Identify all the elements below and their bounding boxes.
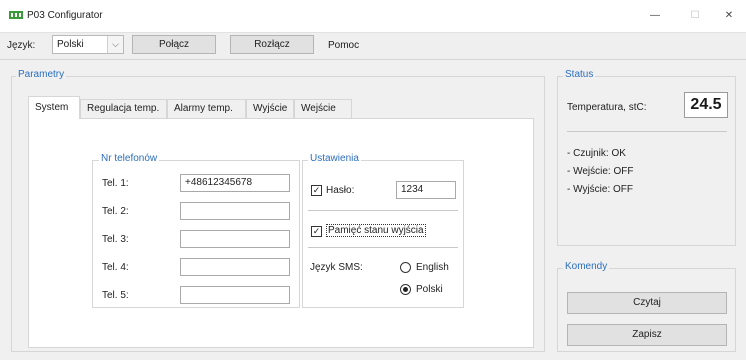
phone-2-input[interactable] [180, 202, 290, 220]
phone-5-label: Tel. 5: [102, 290, 129, 301]
status-title: Status [563, 69, 596, 80]
phone-3-input[interactable] [180, 230, 290, 248]
sms-english-label[interactable]: English [416, 262, 449, 273]
output-memory-label[interactable]: Pamięć stanu wyjścia [326, 224, 426, 237]
commands-title: Komendy [563, 261, 610, 272]
phone-1-input[interactable]: +48612345678 [180, 174, 290, 192]
disconnect-button[interactable]: Rozłącz [230, 35, 314, 54]
maximize-button[interactable]: ☐ [680, 6, 710, 26]
phone-3-label: Tel. 3: [102, 234, 129, 245]
phone-4-input[interactable] [180, 258, 290, 276]
title-bar [0, 0, 746, 32]
settings-title: Ustawienia [308, 153, 361, 164]
tab-temperature-control[interactable]: Regulacja temp. [80, 99, 167, 118]
chevron-down-icon[interactable]: ⌵ [107, 36, 123, 53]
connect-button[interactable]: Połącz [132, 35, 216, 54]
app-icon [9, 11, 23, 19]
output-memory-checkbox[interactable]: ✓ [311, 226, 322, 237]
sms-english-radio[interactable] [400, 262, 411, 273]
sms-polish-label[interactable]: Polski [416, 284, 443, 295]
language-select-value: Polski [57, 39, 84, 50]
write-button[interactable]: Zapisz [567, 324, 727, 346]
input-status: - Wejście: OFF [567, 166, 634, 177]
tab-input[interactable]: Wejście [294, 99, 352, 118]
phone-4-label: Tel. 4: [102, 262, 129, 273]
tab-temperature-alarms[interactable]: Alarmy temp. [167, 99, 246, 118]
separator [308, 210, 458, 211]
password-checkbox[interactable]: ✓ [311, 185, 322, 196]
sms-language-label: Język SMS: [310, 262, 363, 273]
phone-1-label: Tel. 1: [102, 178, 129, 189]
language-select[interactable]: Polski ⌵ [52, 35, 124, 54]
password-label: Hasło: [326, 185, 355, 196]
help-menu[interactable]: Pomoc [328, 40, 359, 51]
output-status: - Wyjście: OFF [567, 184, 634, 195]
parameters-title: Parametry [16, 69, 67, 80]
temperature-value: 24.5 [684, 92, 728, 118]
language-label: Język: [7, 40, 36, 51]
password-input[interactable]: 1234 [396, 181, 456, 199]
close-button[interactable]: ✕ [714, 6, 744, 26]
window-title: P03 Configurator [27, 10, 103, 21]
minimize-button[interactable]: — [640, 6, 670, 26]
separator [308, 247, 458, 248]
sms-polish-radio[interactable] [400, 284, 411, 295]
phone-2-label: Tel. 2: [102, 206, 129, 217]
separator [567, 131, 727, 132]
phone-5-input[interactable] [180, 286, 290, 304]
sensor-status: - Czujnik: OK [567, 148, 626, 159]
temperature-label: Temperatura, stC: [567, 102, 647, 113]
tab-system[interactable]: System [28, 96, 80, 119]
tab-output[interactable]: Wyjście [246, 99, 294, 118]
read-button[interactable]: Czytaj [567, 292, 727, 314]
phone-numbers-title: Nr telefonów [99, 153, 160, 164]
